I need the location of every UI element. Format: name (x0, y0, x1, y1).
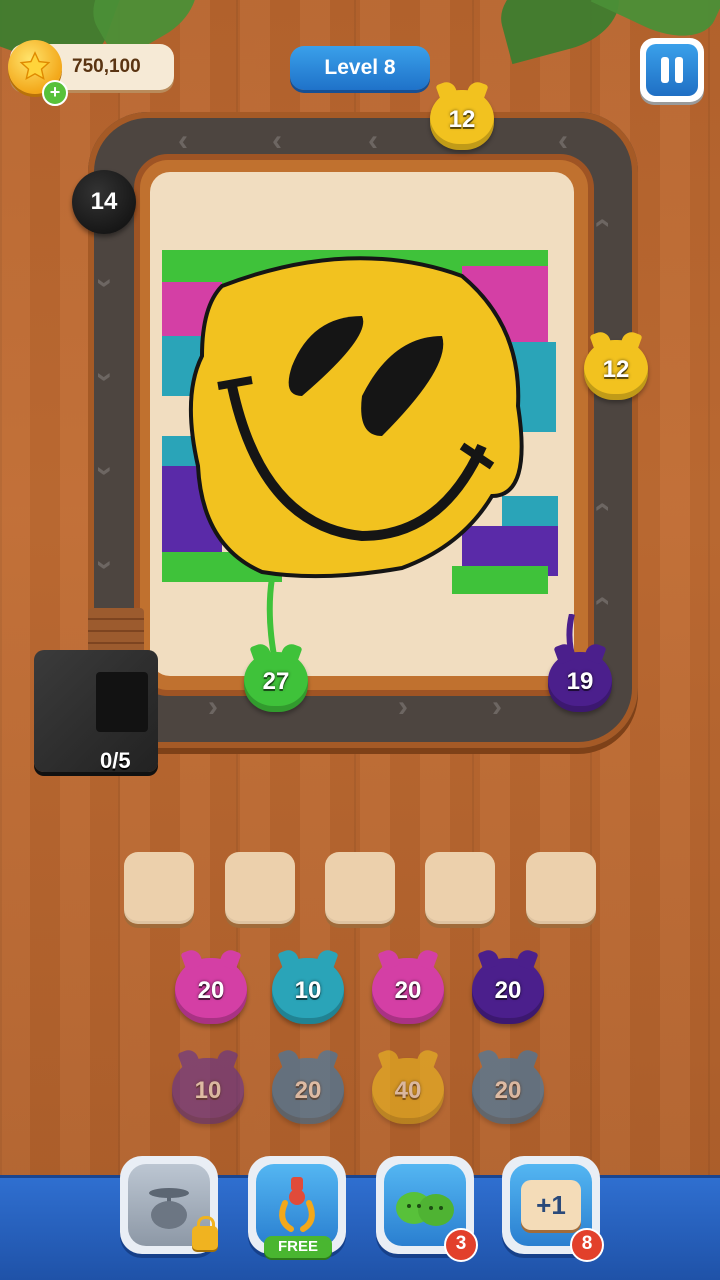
track-arrow-icon: ‹ (368, 124, 378, 157)
holding-slot[interactable] (526, 852, 596, 924)
yarn-ball[interactable]: 20 (372, 958, 444, 1024)
holding-slot[interactable] (225, 852, 295, 924)
bin-opening (96, 672, 148, 732)
track-arrow-icon: › (584, 218, 617, 228)
track-arrow-icon: › (89, 278, 122, 288)
plus-one-label: +1 (521, 1180, 581, 1230)
track-arrow-icon: › (584, 596, 617, 606)
lock-icon (192, 1216, 218, 1250)
booster-toolbar (0, 1178, 720, 1280)
add-coins-button[interactable]: + (42, 80, 68, 106)
track-yarn-ball[interactable]: 27 (244, 652, 308, 712)
holding-slot[interactable] (425, 852, 495, 924)
free-tag: FREE (264, 1236, 332, 1258)
pause-icon (646, 44, 698, 96)
yarn-ball-queued: 20 (472, 1058, 544, 1124)
plus-one-booster-count: 8 (570, 1228, 604, 1262)
track-arrow-icon: › (584, 502, 617, 512)
track-yarn-ball[interactable]: 12 (584, 340, 648, 400)
track-yarn-ball[interactable]: 12 (430, 90, 494, 150)
track-arrow-icon: › (398, 690, 408, 723)
bin-capacity: 0/5 (100, 748, 131, 773)
yarn-ball-queued: 10 (172, 1058, 244, 1124)
track-arrow-icon: › (492, 690, 502, 723)
track-arrow-icon: › (89, 372, 122, 382)
pause-button[interactable] (640, 38, 704, 102)
holding-slot[interactable] (124, 852, 194, 924)
coin-balance: 750,100 (72, 56, 141, 77)
track-arrow-icon: › (208, 690, 218, 723)
level-indicator: Level 8 (290, 46, 430, 90)
cats-booster-count: 3 (444, 1228, 478, 1262)
holding-slot[interactable] (325, 852, 395, 924)
track-arrow-icon: › (89, 466, 122, 476)
yarn-ball[interactable]: 10 (272, 958, 344, 1024)
track-arrow-icon: › (89, 560, 122, 570)
yarn-ball[interactable]: 20 (472, 958, 544, 1024)
knitted-smiley-picture (162, 250, 558, 594)
track-yarn-ball[interactable]: 19 (548, 652, 612, 712)
track-arrow-icon: ‹ (178, 124, 188, 157)
track-yarn-ball[interactable]: 14 (72, 170, 136, 234)
yarn-ball-queued: 20 (272, 1058, 344, 1124)
track-arrow-icon: ‹ (558, 124, 568, 157)
track-arrow-icon: ‹ (272, 124, 282, 157)
yarn-ball-queued: 40 (372, 1058, 444, 1124)
yarn-ball[interactable]: 20 (175, 958, 247, 1024)
claw-icon (256, 1164, 338, 1246)
